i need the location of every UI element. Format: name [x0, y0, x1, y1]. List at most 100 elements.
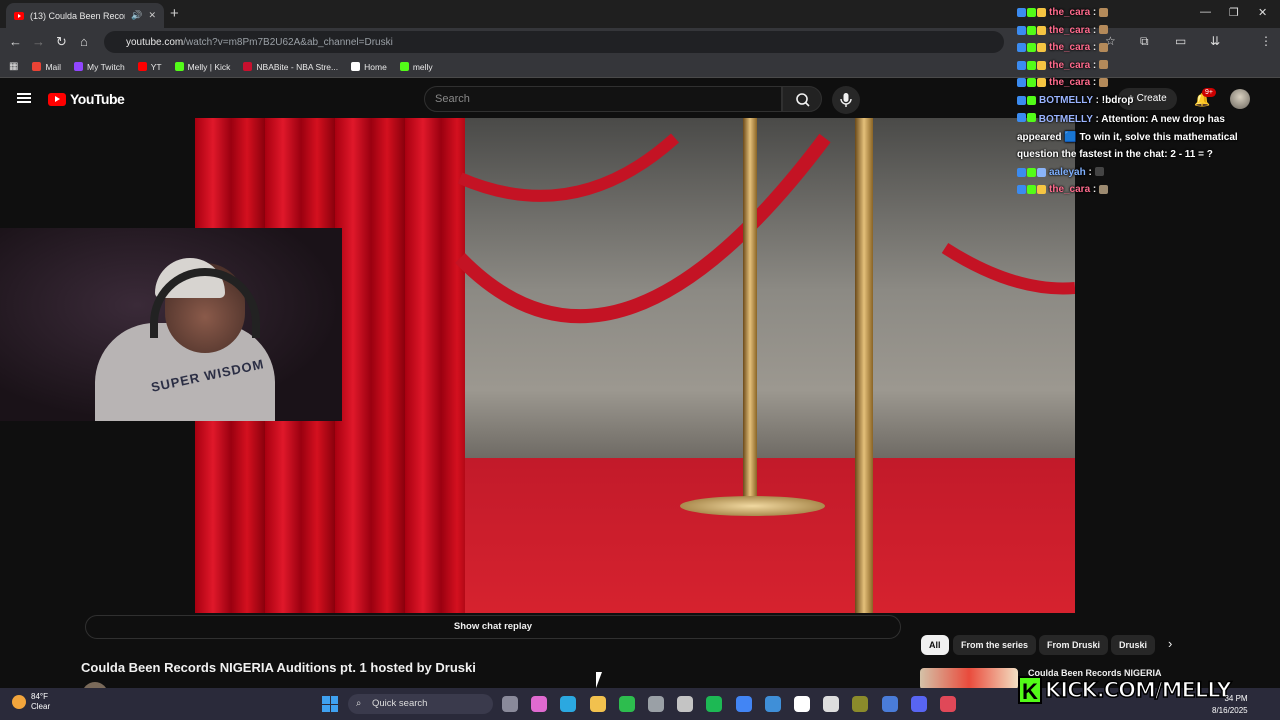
chip-druski[interactable]: Druski: [1111, 635, 1156, 655]
badge-icon: [1027, 167, 1036, 177]
badge-icon: [1037, 25, 1046, 35]
taskbar-clock[interactable]: 34 PM 8/16/2025: [1212, 693, 1248, 717]
chat-badges: [1017, 43, 1046, 52]
badge-icon: [1027, 43, 1036, 52]
speaker-icon[interactable]: 🔊: [131, 10, 142, 21]
menu-icon[interactable]: [17, 93, 31, 103]
x-icon: [351, 62, 361, 71]
bookmark-item[interactable]: YT: [137, 61, 162, 72]
chat-username: the_cara: [1049, 42, 1091, 53]
emote-icon: [1099, 60, 1109, 70]
search-input[interactable]: Search: [424, 86, 782, 112]
kick-icon: [174, 62, 184, 71]
chip-from-druski[interactable]: From Druski: [1039, 635, 1109, 655]
new-tab-icon[interactable]: +: [170, 5, 179, 22]
chat-username: the_cara: [1049, 24, 1091, 36]
taskbar-app-icon[interactable]: [531, 696, 548, 712]
related-video-thumbnail[interactable]: [920, 668, 1018, 690]
taskbar-app-icon[interactable]: [648, 696, 664, 712]
badge-icon: [1037, 185, 1046, 194]
badge-icon: [1037, 60, 1046, 70]
weather-sun-icon: [12, 695, 26, 709]
reload-icon[interactable]: ↻: [56, 34, 67, 50]
show-chat-replay-button[interactable]: Show chat replay: [85, 615, 901, 639]
menu-dots-icon[interactable]: ⋮: [1260, 34, 1272, 48]
taskbar-app-icon[interactable]: [560, 696, 577, 712]
browser-tab[interactable]: (13) Coulda Been Records N 🔊 ✕: [6, 3, 164, 28]
chat-username: the_cara: [1049, 184, 1091, 195]
taskbar-app-icon[interactable]: [940, 696, 956, 712]
emote-icon: [1094, 167, 1104, 177]
taskbar-search[interactable]: ⌕ Quick search: [348, 694, 493, 714]
badge-icon: [1027, 95, 1036, 105]
taskbar-app-icon[interactable]: [881, 696, 898, 712]
search-button[interactable]: [782, 86, 822, 112]
home-icon[interactable]: ⌂: [80, 34, 88, 49]
chat-username: BOTMELLY: [1039, 94, 1093, 106]
taskbar-app-icon[interactable]: [852, 696, 869, 712]
taskbar-app-icon[interactable]: [764, 696, 781, 712]
chat-message: BOTMELLY : Attention: A new drop has app…: [1017, 113, 1238, 160]
address-bar[interactable]: youtube.com/watch?v=m8Pm7B2U62A&ab_chann…: [104, 31, 1004, 53]
clock-date: 8/16/2025: [1212, 706, 1248, 715]
mouse-cursor: [596, 672, 602, 688]
back-icon[interactable]: ←: [9, 34, 22, 49]
chat-message: BOTMELLY : !bdrop: [1017, 92, 1257, 110]
taskbar-search-label: Quick search: [372, 698, 428, 709]
close-tab-icon[interactable]: ✕: [148, 10, 156, 21]
bookmark-label: NBABite - NBA Stre...: [256, 61, 339, 72]
badge-icon: [1017, 113, 1026, 122]
chat-text: !bdrop: [1101, 94, 1134, 106]
bookmark-label: YT: [150, 61, 162, 72]
chat-badges: [1017, 167, 1046, 177]
twitch-icon: [74, 62, 84, 71]
chat-badges: [1017, 113, 1036, 122]
taskbar-app-icon[interactable]: [910, 696, 927, 712]
bookmark-item[interactable]: NBABite - NBA Stre...: [243, 62, 338, 72]
close-window-icon[interactable]: ✕: [1258, 6, 1267, 19]
bookmark-label: My Twitch: [87, 61, 125, 72]
badge-icon: [1017, 167, 1026, 177]
bookmark-label: Mail: [45, 61, 62, 72]
taskbar-app-icon[interactable]: [794, 696, 810, 712]
chevron-right-icon[interactable]: ›: [1168, 636, 1172, 651]
taskbar-app-icon[interactable]: [706, 696, 723, 712]
taskbar-app-icon[interactable]: [677, 696, 694, 712]
apps-grid-icon[interactable]: ▦: [9, 61, 18, 72]
kick-icon: [399, 62, 409, 71]
badge-icon: [1017, 78, 1026, 87]
bookmark-item[interactable]: Home: [351, 62, 387, 72]
badge-icon: [1017, 60, 1026, 70]
weather-widget[interactable]: 84°F Clear: [12, 692, 50, 712]
badge-icon: [1037, 78, 1046, 87]
microphone-icon: [840, 93, 852, 107]
voice-search-button[interactable]: [832, 86, 860, 114]
chat-message: the_cara :: [1017, 22, 1257, 40]
taskbar-app-icon[interactable]: [735, 696, 752, 712]
chat-message: the_cara :: [1017, 57, 1257, 75]
bookmark-item[interactable]: melly: [399, 61, 433, 72]
video-stanchion-base: [680, 496, 825, 516]
youtube-logo[interactable]: YouTube: [48, 91, 125, 107]
bookmark-item[interactable]: Mail: [32, 62, 61, 72]
chat-badges: [1017, 60, 1046, 70]
kick-banner-text: KICK.COM/MELLY: [1044, 677, 1232, 703]
video-stanchion-pole: [855, 118, 873, 613]
taskbar-app-icon[interactable]: [618, 696, 635, 712]
bookmark-item[interactable]: My Twitch: [74, 62, 125, 72]
taskbar-app-icon[interactable]: [502, 696, 518, 712]
url-path: /watch?v=m8Pm7B2U62A&ab_channel=Druski: [183, 36, 393, 48]
badge-icon: [1017, 95, 1026, 105]
bookmark-label: Melly | Kick: [187, 61, 231, 72]
chip-all[interactable]: All: [921, 635, 949, 655]
bookmark-item[interactable]: Melly | Kick: [174, 61, 231, 72]
taskbar-app-icon[interactable]: [589, 696, 606, 712]
forward-icon[interactable]: →: [32, 34, 45, 49]
windows-start-icon[interactable]: [322, 696, 338, 712]
mail-icon: [32, 62, 42, 71]
chip-from-series[interactable]: From the series: [953, 635, 1037, 655]
bookmark-label: melly: [412, 61, 433, 72]
chat-username: the_cara: [1049, 59, 1091, 71]
taskbar-app-icon[interactable]: [823, 696, 840, 712]
nba-icon: [243, 62, 253, 71]
